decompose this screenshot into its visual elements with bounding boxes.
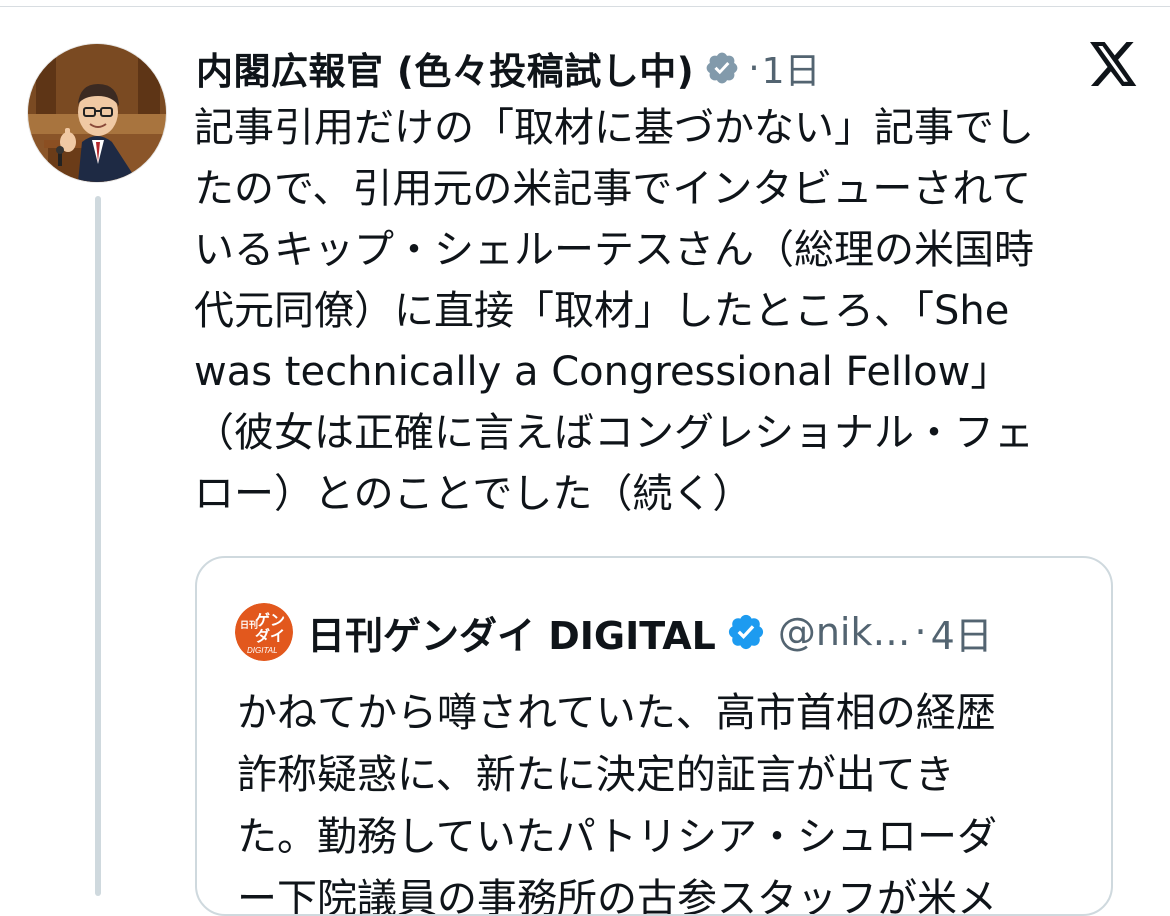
top-divider <box>0 6 1170 7</box>
post-body-text: 記事引用だけの「取材に基づかない」記事でし たので、引用元の米記事でインタビュー… <box>194 98 1144 525</box>
quoted-post-header: 日刊 ゲン ダイ DIGITAL 日刊ゲンダイ DIGITAL @nik… · … <box>235 602 993 662</box>
quoted-author-avatar[interactable]: 日刊 ゲン ダイ DIGITAL <box>235 603 293 661</box>
separator-dot: · <box>914 610 927 654</box>
post-text-line: いるキップ・シェルーテスさん（総理の米国時 <box>194 227 1034 273</box>
post-text-line: （彼女は正確に言えばコングレショナル・フェ <box>194 410 1034 456</box>
author-display-name[interactable]: 内閣広報官 (色々投稿試し中) <box>196 41 694 95</box>
post-text-line: たので、引用元の米記事でインタビューされて <box>194 166 1032 212</box>
post-text-line: 記事引用だけの「取材に基づかない」記事でし <box>194 105 1034 151</box>
verified-blue-icon <box>726 612 766 652</box>
quoted-post-body-text: かねてから噂されていた、高市首相の経歴 詐称疑惑に、新たに決定的証言が出てき た… <box>237 682 1107 916</box>
quoted-text-line: 詐称疑惑に、新たに決定的証言が出てき <box>237 752 955 798</box>
quoted-author-handle[interactable]: @nik… <box>778 610 911 654</box>
gendai-logo-text-2: ゲン <box>255 611 285 629</box>
post-header: 内閣広報官 (色々投稿試し中) · 1日 <box>196 40 821 96</box>
quoted-author-display-name[interactable]: 日刊ゲンダイ DIGITAL <box>307 605 716 660</box>
post-timestamp[interactable]: 1日 <box>762 42 821 94</box>
quoted-text-line: かねてから噂されていた、高市首相の経歴 <box>237 690 996 736</box>
gendai-logo-text-3: ダイ <box>255 627 285 645</box>
post-text-line: 代元同僚）に直接「取材」したところ、「She <box>194 288 1010 334</box>
quoted-post-card[interactable]: 日刊 ゲン ダイ DIGITAL 日刊ゲンダイ DIGITAL @nik… · … <box>195 556 1113 916</box>
post-text-line: ロー）とのことでした（続く） <box>194 471 753 517</box>
verified-gray-icon <box>704 50 740 86</box>
post-text-line: was technically a Congressional Fellow」 <box>194 349 1011 395</box>
separator-dot: · <box>748 47 760 89</box>
x-logo-icon[interactable] <box>1090 42 1138 86</box>
quoted-post-timestamp[interactable]: 4日 <box>931 605 993 660</box>
author-avatar[interactable] <box>28 44 166 182</box>
quoted-text-line: ー下院議員の事務所の古参スタッフが米メ <box>237 876 997 916</box>
avatar-illustration <box>28 44 166 182</box>
gendai-logo-text-4: DIGITAL <box>247 646 278 655</box>
thread-connector-line <box>95 196 101 896</box>
gendai-logo-icon: 日刊 ゲン ダイ DIGITAL <box>235 603 293 661</box>
quoted-text-line: た。勤務していたパトリシア・シュローダ <box>237 814 997 860</box>
